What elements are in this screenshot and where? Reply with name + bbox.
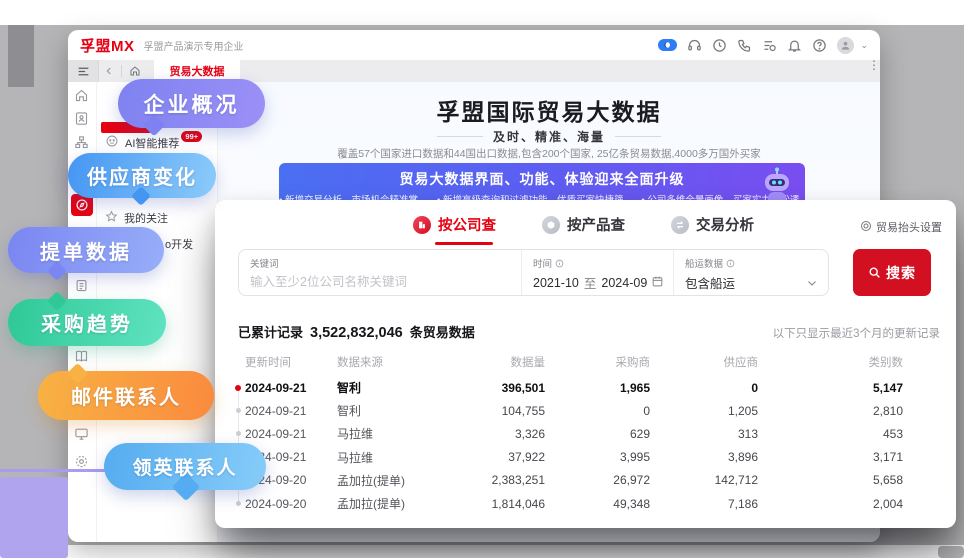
tagline-rule-left xyxy=(437,136,483,137)
sidebar-item-partial[interactable]: o开发 xyxy=(165,236,193,252)
pill-bill-of-lading[interactable]: 提单数据 xyxy=(8,227,164,273)
user-avatar[interactable] xyxy=(837,37,854,54)
calendar-icon[interactable] xyxy=(651,275,664,293)
time-separator: 至 xyxy=(584,273,597,292)
keyword-input[interactable] xyxy=(250,275,510,289)
screenshot-stage: 孚盟MX 孚盟产品演示专用企业 ⌄ 贸易大数据 ⋮ xyxy=(0,0,964,558)
stats-note: 以下只显示最近3个月的更新记录 xyxy=(773,325,940,341)
stats-prefix: 已累计记录 xyxy=(238,322,303,341)
shipping-data-field[interactable]: 船运数据 包含船运 xyxy=(673,250,828,295)
col-categories: 类别数 xyxy=(758,354,903,370)
tab-strip-more-icon[interactable]: ⋮ xyxy=(868,63,872,68)
table-row[interactable]: 2024-09-21 智利 104,755 0 1,205 2,810 xyxy=(215,399,956,422)
collapse-menu-button[interactable] xyxy=(68,60,99,82)
page-description: 覆盖57个国家进口数据和44国出口数据,包含200个国家, 25亿条贸易数据,4… xyxy=(218,146,880,161)
pill-linkedin-contacts[interactable]: 领英联系人 xyxy=(104,443,266,490)
decor-purple-card xyxy=(0,477,68,558)
trade-header-settings[interactable]: 贸易抬头设置 xyxy=(860,219,942,235)
analysis-icon xyxy=(671,216,689,234)
shipping-value: 包含船运 xyxy=(685,273,735,292)
gauge-icon[interactable] xyxy=(712,38,727,53)
banner-title: 贸易大数据界面、功能、体验迎来全面升级 xyxy=(279,169,805,189)
strip-divider xyxy=(121,65,122,77)
settings-gear-icon xyxy=(860,220,872,235)
search-button[interactable]: 搜索 xyxy=(853,249,931,296)
tagline-rule-right xyxy=(615,136,661,137)
app-logo: 孚盟MX xyxy=(80,35,135,56)
rail-home-icon[interactable] xyxy=(74,88,89,108)
keyword-field[interactable]: 关键词 xyxy=(239,250,521,295)
table-row[interactable]: 2024-09-21 智利 396,501 1,965 0 5,147 xyxy=(215,376,956,399)
workspace-name: 孚盟产品演示专用企业 xyxy=(144,38,244,53)
info-icon xyxy=(555,259,564,268)
sidebar-item-label: 我的关注 xyxy=(124,210,168,226)
rail-monitor-icon[interactable] xyxy=(74,426,89,446)
search-tabs: 按公司查 按产品查 交易分析 xyxy=(413,214,754,235)
time-to: 2024-09 xyxy=(601,276,647,290)
avatar-caret-icon[interactable]: ⌄ xyxy=(860,40,868,51)
pill-purchasing-trends[interactable]: 采购趋势 xyxy=(8,299,166,346)
time-from: 2021-10 xyxy=(533,276,579,290)
task-list-icon[interactable] xyxy=(762,38,777,53)
pill-company-overview[interactable]: 企业概况 xyxy=(118,79,265,128)
product-icon xyxy=(542,216,560,234)
timeline-dot xyxy=(231,385,245,391)
table-header: 更新时间 数据来源 数据量 采购商 供应商 类别数 xyxy=(215,350,956,374)
info-icon xyxy=(726,259,735,268)
timeline-dot xyxy=(231,501,245,506)
title-bar: 孚盟MX 孚盟产品演示专用企业 ⌄ xyxy=(68,30,880,60)
col-data-source: 数据来源 xyxy=(337,354,449,370)
table-rows: 2024-09-21 智利 396,501 1,965 0 5,147 2024… xyxy=(215,376,956,515)
tab-by-product[interactable]: 按产品查 xyxy=(542,214,625,235)
assistant-eye-icon[interactable] xyxy=(658,39,677,51)
backdrop-corner xyxy=(938,546,964,558)
total-records-count: 3,522,832,046 xyxy=(310,325,403,341)
back-icon[interactable] xyxy=(99,60,119,82)
tab-by-company[interactable]: 按公司查 xyxy=(413,214,496,235)
sidebar-item-label: AI智能推荐 xyxy=(125,135,179,151)
sidebar-item-ai-recommend[interactable]: AI智能推荐 99+ xyxy=(105,134,206,151)
rail-org-icon[interactable] xyxy=(74,135,89,155)
search-panel: 按公司查 按产品查 交易分析 贸易抬头设置 关键词 时间 xyxy=(215,200,956,528)
search-form: 关键词 时间 2021-10 至 2024-09 船运数据 xyxy=(238,249,829,296)
table-row[interactable]: 2024-09-20 孟加拉(提单) 1,814,046 49,348 7,18… xyxy=(215,492,956,515)
tab-trade-analysis[interactable]: 交易分析 xyxy=(671,214,754,235)
rail-contacts-icon[interactable] xyxy=(74,111,89,131)
chevron-down-icon[interactable] xyxy=(806,276,818,294)
rail-orders-icon[interactable] xyxy=(74,278,89,298)
table-row[interactable]: 2024-09-20 孟加拉(提单) 2,383,251 26,972 142,… xyxy=(215,469,956,492)
pill-supplier-changes[interactable]: 供应商变化 xyxy=(68,153,216,198)
col-update-time: 更新时间 xyxy=(245,354,337,370)
col-buyers: 采购商 xyxy=(545,354,650,370)
star-icon xyxy=(105,210,118,226)
headset-icon[interactable] xyxy=(687,38,702,53)
page-tagline: 及时、精准、海量 xyxy=(218,128,880,145)
stats-bar: 已累计记录 3,522,832,046 条贸易数据 以下只显示最近3个月的更新记… xyxy=(238,322,940,341)
help-icon[interactable] xyxy=(812,38,827,53)
notification-badge: 99+ xyxy=(181,131,202,142)
timeline-dot xyxy=(231,408,245,413)
stats-suffix: 条贸易数据 xyxy=(410,322,475,341)
magnifier-icon xyxy=(868,266,881,279)
timeline-dot xyxy=(231,431,245,436)
col-volume: 数据量 xyxy=(449,354,545,370)
backdrop-dark-strip xyxy=(8,25,34,87)
phone-icon[interactable] xyxy=(737,38,752,53)
col-suppliers: 供应商 xyxy=(650,354,758,370)
time-range-field[interactable]: 时间 2021-10 至 2024-09 xyxy=(521,250,673,295)
table-row[interactable]: 2024-09-21 马拉维 37,922 3,995 3,896 3,171 xyxy=(215,446,956,469)
sidebar-item-my-follow[interactable]: 我的关注 xyxy=(105,210,168,226)
bell-icon[interactable] xyxy=(787,38,802,53)
company-icon xyxy=(413,216,431,234)
table-row[interactable]: 2024-09-21 马拉维 3,326 629 313 453 xyxy=(215,422,956,445)
page-title: 孚盟国际贸易大数据 xyxy=(218,93,880,127)
ai-robot-icon xyxy=(105,134,119,151)
pill-email-contacts[interactable]: 邮件联系人 xyxy=(38,371,214,420)
